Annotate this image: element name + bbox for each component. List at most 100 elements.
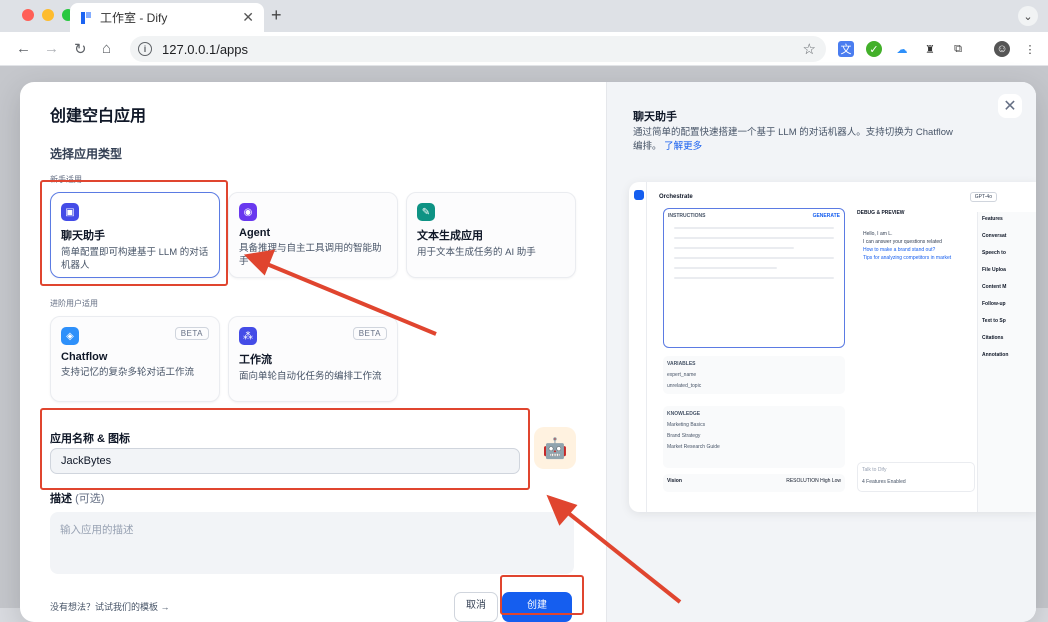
preview-q1: How to make a brand stand out? (863, 247, 936, 253)
translate-extension-icon[interactable]: 文 (838, 41, 854, 57)
preview-feature: Annotation (982, 352, 1009, 358)
placeholder-line (674, 227, 834, 229)
preview-description: 通过简单的配置快速搭建一个基于 LLM 的对话机器人。支持切换为 Chatflo… (633, 126, 963, 154)
preview-variables: VARIABLES expert_name unrelated_topic (663, 356, 845, 394)
preview-kn-3: Market Research Guide (667, 444, 720, 450)
preview-features: Features Conversat Speech to File Uploa … (977, 212, 1036, 512)
preview-inst-label: INSTRUCTIONS (668, 213, 706, 219)
preview-chat: Hello, I am L. I can answer your questio… (863, 230, 973, 262)
forward-icon[interactable]: → (44, 40, 59, 57)
preview-model: GPT-4o (969, 192, 997, 202)
preview-kn-1: Marketing Basics (667, 422, 706, 428)
text-gen-icon: ✎ (417, 203, 435, 221)
app-name-input[interactable]: JackBytes (50, 448, 520, 474)
beta-badge: BETA (174, 327, 209, 340)
preview-logo-icon (634, 190, 644, 200)
browser-tab-bar: 工作室 - Dify ✕ + ⌄ (0, 0, 1048, 32)
card-name: 文本生成应用 (417, 230, 483, 242)
cloud-extension-icon[interactable]: ☁ (894, 41, 910, 57)
app-type-card-chatflow[interactable]: ◈ BETA Chatflow 支持记忆的复杂多轮对话工作流 (50, 316, 220, 402)
preview-vision: Vision RESOLUTION High Low (663, 474, 845, 492)
preview-knowledge: KNOWLEDGE Marketing Basics Brand Strateg… (663, 406, 845, 468)
create-app-form: 创建空白应用 选择应用类型 新手适用 ▣ 聊天助手 简单配置即可构建基于 LLM… (20, 82, 606, 622)
app-type-label: 选择应用类型 (50, 147, 123, 161)
green-extension-icon[interactable]: ✓ (866, 41, 882, 57)
app-icon-picker[interactable]: 🤖 (534, 427, 576, 469)
window-controls (22, 9, 74, 21)
template-link[interactable]: 没有想法？试试我们的模板 → (50, 600, 170, 613)
optional-hint: (可选) (75, 493, 105, 505)
card-desc: 面向单轮自动化任务的编排工作流 (239, 371, 382, 382)
preview-hello: Hello, I am L. (863, 231, 893, 237)
preview-feature: Speech to (982, 250, 1006, 256)
description-label: 描述 (可选) (50, 490, 104, 506)
preview-features-label: Features (982, 216, 1003, 222)
description-label-text: 描述 (50, 493, 72, 505)
preview-var-label: VARIABLES (667, 361, 696, 367)
preview-hello-2: I can answer your questions related (863, 239, 942, 245)
preview-generate: GENERATE (812, 213, 840, 219)
preview-title: 聊天助手 (633, 111, 677, 123)
new-tab-icon[interactable]: + (271, 5, 282, 26)
minimize-window-button[interactable] (42, 9, 54, 21)
preview-var-2: unrelated_topic (667, 383, 702, 389)
profile-avatar-icon[interactable]: ☺ (994, 41, 1010, 57)
page-backdrop: 创建空白应用 选择应用类型 新手适用 ▣ 聊天助手 简单配置即可构建基于 LLM… (0, 66, 1048, 622)
preview-feature: Citations (982, 335, 1004, 341)
description-input[interactable]: 输入应用的描述 (50, 512, 574, 574)
shirt-extension-icon[interactable]: ♜ (922, 41, 938, 57)
back-icon[interactable]: ← (16, 40, 31, 57)
browser-tab[interactable]: 工作室 - Dify ✕ (70, 3, 264, 32)
app-type-card-agent[interactable]: ◉ Agent 具备推理与自主工具调用的智能助手 (228, 192, 398, 278)
app-type-preview-panel: ✕ 聊天助手 通过简单的配置快速搭建一个基于 LLM 的对话机器人。支持切换为 … (606, 82, 1036, 622)
learn-more-link[interactable]: 了解更多 (664, 141, 702, 152)
preview-low: Low (831, 478, 841, 484)
card-name: Chatflow (61, 351, 108, 363)
placeholder-line (674, 257, 834, 259)
preview-heading: Orchestrate (659, 194, 693, 200)
app-type-card-workflow[interactable]: ⁂ BETA 工作流 面向单轮自动化任务的编排工作流 (228, 316, 398, 402)
browser-toolbar: ← → ↻ ⌂ i 127.0.0.1/apps ☆ 文 ✓ ☁ ♜ ⧉ ☺ ⋮ (0, 32, 1048, 66)
preview-debug-label: DEBUG & PREVIEW (857, 210, 905, 216)
preview-feature: File Uploa (982, 267, 1006, 273)
placeholder-line (674, 277, 834, 279)
url-text: 127.0.0.1/apps (162, 41, 249, 57)
tab-search-icon[interactable]: ⌄ (1018, 6, 1038, 26)
app-type-card-text-generator[interactable]: ✎ 文本生成应用 用于文本生成任务的 AI 助手 (406, 192, 576, 278)
modal-title: 创建空白应用 (50, 108, 147, 125)
tab-close-icon[interactable]: ✕ (242, 9, 254, 26)
close-icon[interactable]: ✕ (998, 94, 1022, 118)
preview-feature: Content M (982, 284, 1007, 290)
preview-feature: Text to Sp (982, 318, 1006, 324)
preview-vision-label: Vision (667, 478, 682, 484)
card-desc: 支持记忆的复杂多轮对话工作流 (61, 367, 195, 378)
cancel-button[interactable]: 取消 (454, 592, 498, 622)
app-type-card-chatbot[interactable]: ▣ 聊天助手 简单配置即可构建基于 LLM 的对话机器人 (50, 192, 220, 278)
address-bar[interactable]: i 127.0.0.1/apps ☆ (130, 36, 826, 62)
site-info-icon[interactable]: i (138, 42, 152, 56)
preview-chat-input: Talk to Dify 4 Features Enabled (857, 462, 975, 492)
preview-kn-label: KNOWLEDGE (667, 411, 701, 417)
placeholder-line (674, 267, 778, 269)
preview-features-enabled: 4 Features Enabled (862, 479, 906, 485)
preview-talk: Talk to Dify (862, 467, 887, 473)
beginner-group-label: 新手适用 (50, 175, 82, 184)
robot-icon: 🤖 (542, 437, 568, 460)
preview-var-1: expert_name (667, 372, 697, 378)
agent-icon: ◉ (239, 203, 257, 221)
browser-menu-icon[interactable]: ⋮ (1022, 41, 1038, 57)
bookmark-star-icon[interactable]: ☆ (803, 40, 816, 58)
preview-kn-2: Brand Strategy (667, 433, 701, 439)
app-name-label: 应用名称 & 图标 (50, 433, 131, 445)
preview-resolution: RESOLUTION (786, 478, 819, 484)
beta-badge: BETA (352, 327, 387, 340)
tab-title: 工作室 - Dify (100, 11, 168, 25)
extensions-puzzle-icon[interactable]: ⧉ (950, 41, 966, 57)
placeholder-line (674, 247, 795, 249)
close-window-button[interactable] (22, 9, 34, 21)
card-desc: 简单配置即可构建基于 LLM 的对话机器人 (61, 247, 209, 271)
create-button[interactable]: 创建 (502, 592, 572, 622)
home-icon[interactable]: ⌂ (102, 40, 111, 57)
reload-icon[interactable]: ↻ (74, 40, 87, 58)
create-app-modal: 创建空白应用 选择应用类型 新手适用 ▣ 聊天助手 简单配置即可构建基于 LLM… (20, 82, 1036, 622)
